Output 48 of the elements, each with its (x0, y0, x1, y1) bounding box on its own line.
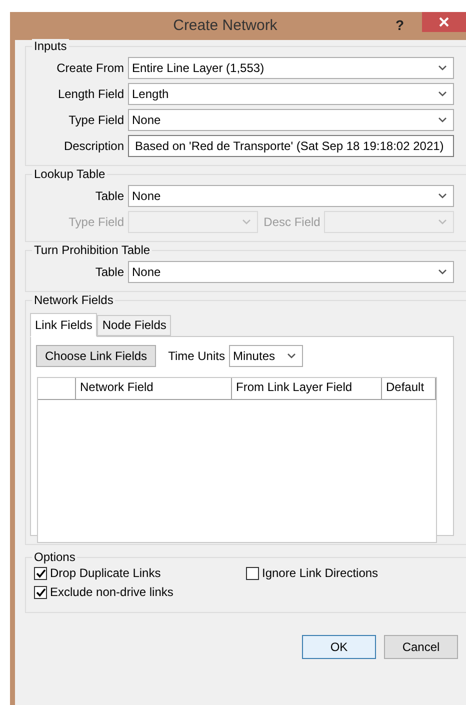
field-label: Desc Field (262, 214, 322, 230)
dropdown[interactable]: None (128, 261, 454, 283)
group-label: Network Fields (32, 293, 116, 307)
tab[interactable]: Link Fields (30, 313, 98, 337)
field-label: Time Units (168, 348, 225, 364)
help-button[interactable]: ? (395, 17, 404, 35)
checkbox-box[interactable] (34, 586, 47, 599)
field-label: Length Field (56, 86, 125, 102)
checkbox-box[interactable] (246, 567, 259, 580)
chevron-icon (438, 65, 447, 71)
column-header: From Link Layer Field (232, 378, 382, 400)
chevron-icon (438, 91, 447, 97)
dropdown[interactable]: Entire Line Layer (1,553) (128, 57, 454, 79)
group-label: Inputs (32, 39, 69, 53)
checkbox-label: Drop Duplicate Links (50, 566, 161, 581)
chevron-icon (286, 353, 296, 359)
field-label: Type Field (68, 112, 125, 128)
field-label: Create From (56, 60, 125, 76)
field-label: Table (94, 264, 125, 280)
checkbox-box[interactable] (34, 567, 47, 580)
field-label: Type Field (68, 214, 125, 230)
column-header (38, 378, 76, 400)
text-field[interactable]: Based on 'Red de Transporte' (Sat Sep 18 19:18:02 2021) (128, 135, 454, 157)
chevron-icon (438, 193, 447, 199)
dialog-button[interactable]: OK (302, 635, 376, 659)
checkbox-label: Ignore Link Directions (262, 566, 378, 581)
close-icon (439, 17, 449, 27)
chevron-icon (438, 117, 447, 123)
field-label: Table (94, 188, 125, 204)
window-title: Create Network (172, 16, 278, 36)
tab[interactable]: Node Fields (97, 315, 172, 336)
chevron-icon (438, 219, 447, 225)
dropdown[interactable]: None (128, 109, 454, 131)
checkbox-label: Exclude non-drive links (50, 585, 174, 600)
chevron-icon (438, 269, 447, 275)
dropdown[interactable]: Length (128, 83, 454, 105)
column-header: Network Field (76, 378, 232, 400)
chevron-icon (242, 219, 251, 225)
column-header: Default (382, 378, 436, 400)
dialog-button[interactable]: Cancel (384, 635, 458, 659)
group-label: Lookup Table (32, 167, 108, 181)
group-label: Turn Prohibition Table (32, 243, 152, 257)
group-label: Options (32, 550, 78, 564)
close-button[interactable] (422, 12, 466, 32)
field-label: Description (62, 138, 125, 154)
choose-fields-button[interactable]: Choose Link Fields (36, 345, 156, 367)
dropdown[interactable]: Minutes (228, 345, 303, 367)
dropdown[interactable]: None (128, 185, 454, 207)
